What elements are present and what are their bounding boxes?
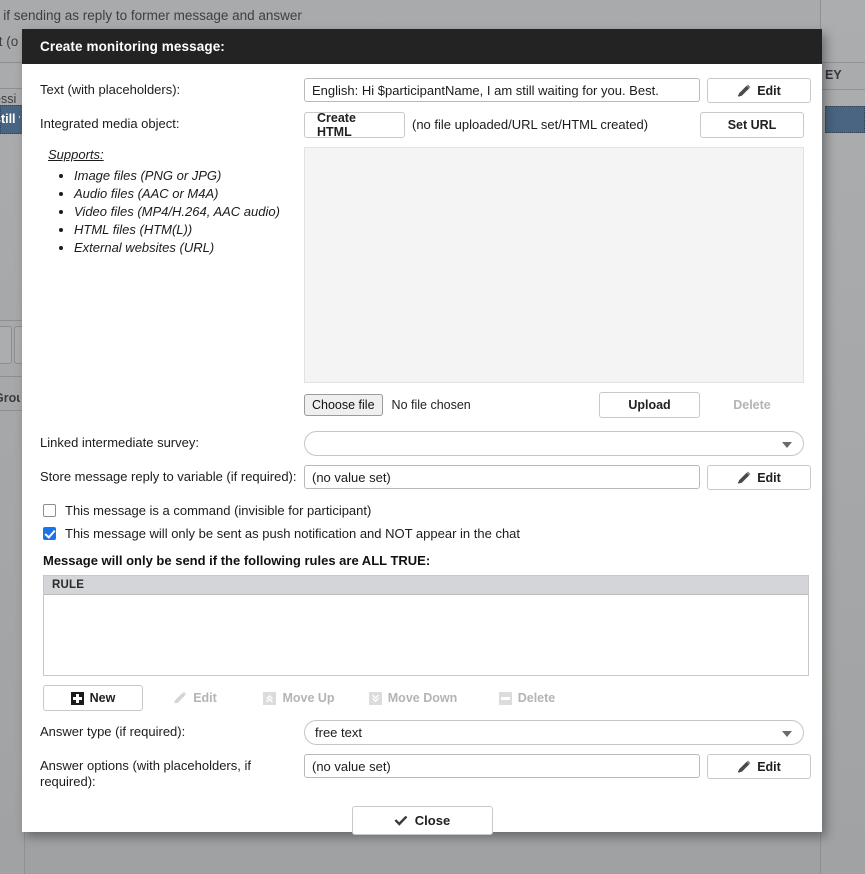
linked-survey-row: Linked intermediate survey:: [40, 431, 804, 456]
background-selected-row-right: [825, 106, 865, 133]
rules-table: RULE: [43, 575, 809, 676]
background-text-line-1: n if sending as reply to former message …: [0, 8, 302, 23]
edit-text-button[interactable]: Edit: [707, 78, 811, 103]
edit-variable-button[interactable]: Edit: [707, 465, 811, 490]
upload-button[interactable]: Upload: [599, 392, 700, 418]
media-row-label: Integrated media object:: [40, 116, 180, 131]
background-list-row-3: Grou: [0, 391, 20, 405]
supports-block: Supports: Image files (PNG or JPG) Audio…: [40, 147, 304, 257]
background-divider: [0, 62, 24, 63]
linked-survey-select[interactable]: [304, 431, 804, 456]
background-list-row-2: still v: [0, 112, 20, 126]
check-icon: [394, 815, 408, 827]
dialog-body: Text (with placeholders): English: Hi $p…: [22, 64, 822, 835]
message-text-input[interactable]: English: Hi $participantName, I am still…: [304, 78, 700, 102]
pencil-icon: [737, 760, 751, 774]
close-button[interactable]: Close: [351, 806, 493, 835]
answer-type-label: Answer type (if required):: [40, 724, 186, 739]
store-variable-input[interactable]: (no value set): [304, 465, 700, 489]
edit-answer-options-button-label: Edit: [757, 759, 781, 774]
answer-type-select[interactable]: free text: [304, 720, 804, 745]
delete-media-button: Delete: [733, 398, 771, 412]
edit-rule-button-label: Edit: [193, 691, 217, 705]
answer-options-row: Answer options (with placeholders, if re…: [40, 754, 811, 790]
edit-variable-button-label: Edit: [757, 470, 781, 485]
pencil-icon: [173, 691, 187, 705]
create-html-button[interactable]: Create HTML: [304, 111, 405, 139]
answer-options-label: Answer options (with placeholders, if re…: [40, 758, 251, 789]
close-button-label: Close: [414, 813, 451, 828]
linked-survey-label: Linked intermediate survey:: [40, 435, 199, 450]
rules-column-header-rule: RULE: [52, 579, 85, 591]
move-down-rule-button: Move Down: [351, 686, 475, 711]
store-variable-label: Store message reply to variable (if requ…: [40, 469, 297, 484]
pencil-icon: [737, 471, 751, 485]
background-mini-box: [0, 326, 12, 364]
push-notification-checkbox-label: This message will only be sent as push n…: [65, 526, 521, 541]
push-notification-checkbox-row[interactable]: This message will only be sent as push n…: [43, 526, 804, 541]
choose-file-button[interactable]: Choose file: [304, 394, 383, 416]
move-down-rule-button-label: Move Down: [387, 691, 458, 705]
media-status-text: (no file uploaded/URL set/HTML created): [412, 117, 649, 132]
supports-and-preview-row: Supports: Image files (PNG or JPG) Audio…: [40, 147, 804, 418]
command-checkbox-row[interactable]: This message is a command (invisible for…: [43, 503, 804, 518]
chevron-down-icon: [782, 441, 792, 448]
create-monitoring-message-dialog: Create monitoring message: Text (with pl…: [22, 29, 822, 835]
chevron-up-icon: [263, 691, 277, 705]
list-item: HTML files (HTM(L)): [74, 221, 304, 239]
background-text-line-2: ct (o: [0, 34, 19, 49]
list-item: External websites (URL): [74, 239, 304, 257]
edit-answer-options-button[interactable]: Edit: [707, 754, 811, 779]
chevron-down-icon: [368, 691, 382, 705]
supports-title: Supports:: [48, 147, 104, 162]
chevron-down-icon: [782, 730, 792, 737]
new-rule-button-label: New: [89, 691, 116, 705]
answer-type-value: free text: [315, 725, 362, 740]
command-checkbox[interactable]: [43, 504, 56, 517]
store-variable-row: Store message reply to variable (if requ…: [40, 465, 811, 490]
delete-rule-button-label: Delete: [517, 691, 556, 705]
file-upload-row: Choose file No file chosen Upload Delete: [304, 392, 804, 418]
rules-heading: Message will only be send if the followi…: [43, 553, 431, 568]
move-up-rule-button: Move Up: [247, 686, 351, 711]
list-item: Video files (MP4/H.264, AAC audio): [74, 203, 304, 221]
pencil-icon: [737, 84, 751, 98]
set-url-button[interactable]: Set URL: [700, 112, 804, 138]
dialog-title: Create monitoring message:: [40, 39, 225, 54]
supports-list: Image files (PNG or JPG) Audio files (AA…: [40, 167, 304, 257]
rules-toolbar: New Edit Move Up Move Down Delete: [43, 685, 804, 711]
new-rule-button[interactable]: New: [43, 685, 143, 711]
answer-options-input[interactable]: (no value set): [304, 754, 700, 778]
media-preview-area: [304, 147, 804, 383]
edit-rule-button: Edit: [143, 686, 247, 711]
background-list-row-1: essi: [0, 92, 17, 106]
rules-table-header: RULE: [44, 576, 808, 595]
command-checkbox-label: This message is a command (invisible for…: [65, 503, 372, 518]
background-divider: [0, 376, 24, 377]
text-row-label: Text (with placeholders):: [40, 82, 181, 97]
edit-text-button-label: Edit: [757, 83, 781, 98]
dialog-title-bar: Create monitoring message:: [22, 29, 822, 64]
answer-type-row: Answer type (if required): free text: [40, 720, 804, 745]
background-divider: [0, 320, 24, 321]
text-row: Text (with placeholders): English: Hi $p…: [40, 78, 811, 103]
dialog-footer: Close: [40, 806, 804, 835]
background-right-header-label: EY: [825, 68, 842, 82]
list-item: Image files (PNG or JPG): [74, 167, 304, 185]
background-divider: [0, 88, 24, 89]
plus-icon: [70, 691, 84, 705]
list-item: Audio files (AAC or M4A): [74, 185, 304, 203]
push-notification-checkbox[interactable]: [43, 527, 56, 540]
chosen-file-name: No file chosen: [391, 398, 471, 412]
background-divider: [0, 410, 24, 411]
delete-rule-button: Delete: [475, 686, 579, 711]
minus-icon: [498, 691, 512, 705]
media-row: Integrated media object: Create HTML (no…: [40, 111, 804, 139]
background-right-column-header: EY: [821, 62, 865, 90]
move-up-rule-button-label: Move Up: [282, 691, 335, 705]
rules-table-body[interactable]: [44, 595, 808, 675]
